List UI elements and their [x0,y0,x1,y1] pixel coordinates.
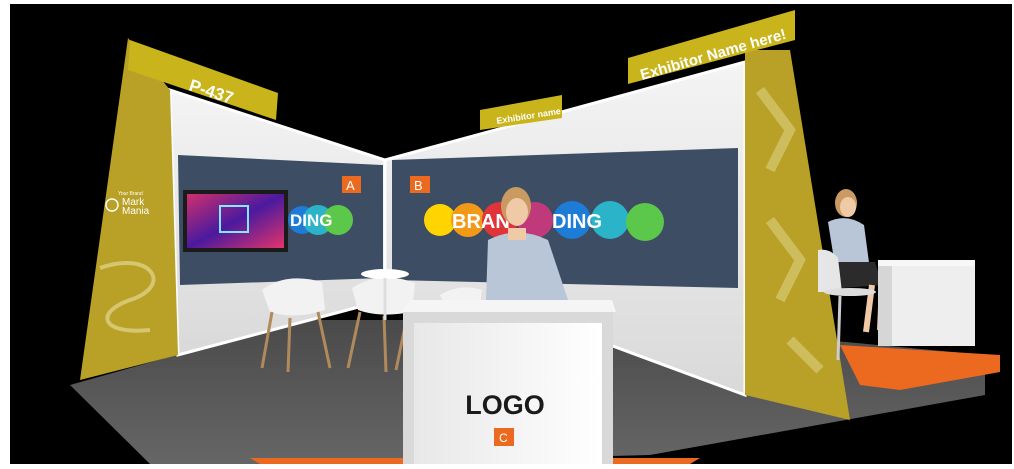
tv-screen [187,194,284,248]
side-counter [878,260,975,346]
branding-left-text: DING [290,211,333,230]
booth-render: P-437 Exhibitor name Exhibitor Name here… [0,0,1014,464]
marker-c-label: C [499,431,508,445]
counter-logo-text: LOGO [465,390,545,420]
marker-b-label: B [414,178,423,193]
branding-right-text-1: BRAN [452,211,510,233]
branding-circle [626,203,664,241]
column-brand-line3: Mania [122,206,150,217]
booth-scene: P-437 Exhibitor name Exhibitor Name here… [10,4,1012,464]
marker-a-label: A [346,178,355,193]
branding-right-text-2: DING [552,211,602,233]
reception-counter: LOGO C [400,300,616,464]
